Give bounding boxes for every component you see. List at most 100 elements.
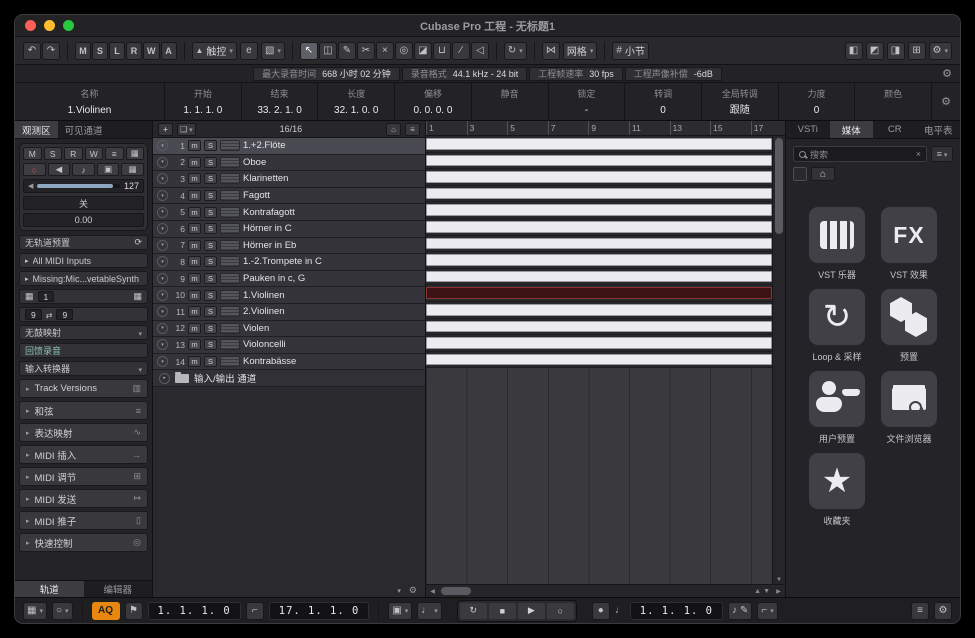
automation-letter-button[interactable]: M: [75, 42, 91, 60]
1.-2.Trompete in C-track-row[interactable]: 8 m S 1.-2.Trompete in C: [153, 254, 425, 271]
media-tile[interactable]: 用户预置: [804, 371, 870, 445]
locator-icon-button[interactable]: [246, 602, 264, 620]
track-solo-mini-button[interactable]: S: [204, 290, 217, 301]
track-mute-mini-button[interactable]: m: [188, 256, 201, 267]
2.Violinen-track-row[interactable]: 11 m S 2.Violinen: [153, 304, 425, 321]
close-window-button[interactable]: [25, 20, 36, 31]
autoscroll-button[interactable]: [504, 42, 527, 60]
secondary-time-display[interactable]: 1. 1. 1. 0: [630, 602, 723, 620]
midi-part[interactable]: [426, 221, 772, 233]
snap-toggle-button[interactable]: [542, 42, 560, 60]
pan-display[interactable]: 0.00: [23, 213, 144, 227]
reload-preset-icon[interactable]: [134, 237, 142, 248]
input-routing-row[interactable]: All MIDI Inputs: [19, 253, 148, 268]
scrub-tool-button[interactable]: [471, 42, 489, 60]
midi-part[interactable]: [426, 238, 772, 250]
record-transport-button[interactable]: [547, 603, 574, 619]
info-field[interactable]: 颜色: [855, 83, 932, 120]
track-name[interactable]: Fagott: [243, 190, 270, 201]
right-zone-tab[interactable]: 媒体: [830, 121, 874, 138]
midi-part[interactable]: [426, 354, 772, 366]
transport-config-button[interactable]: [23, 602, 47, 620]
track-lane[interactable]: [426, 153, 772, 170]
Kontrafagott-track-row[interactable]: 5 m S Kontrafagott: [153, 204, 425, 221]
primary-time-display[interactable]: 1. 1. 1. 0: [148, 602, 241, 620]
vertical-scrollbar[interactable]: ▼: [772, 136, 785, 584]
info-field-value[interactable]: 0. 0. 0. 0: [399, 105, 467, 116]
midi-part[interactable]: [426, 171, 772, 183]
info-field-value[interactable]: 33. 2. 1. 0: [246, 105, 314, 116]
info-field[interactable]: 锁定 -: [549, 83, 626, 120]
track-solo-button[interactable]: S: [44, 147, 63, 160]
color-menu-button[interactable]: [261, 42, 285, 60]
folder-expand-icon[interactable]: [159, 373, 170, 384]
toggle-right-zone-button[interactable]: [887, 42, 905, 60]
minimize-window-button[interactable]: [44, 20, 55, 31]
tempo-track-button[interactable]: [728, 602, 752, 620]
track-mute-mini-button[interactable]: m: [188, 306, 201, 317]
info-field[interactable]: 长度 32. 1. 0. 0: [318, 83, 395, 120]
midi-icon[interactable]: [72, 163, 95, 176]
inspector-tab[interactable]: 可见通道: [58, 121, 110, 138]
track-name[interactable]: 2.Violinen: [243, 306, 285, 317]
channel-value[interactable]: 1: [38, 291, 55, 302]
gear-icon[interactable]: [409, 585, 417, 596]
track-mute-mini-button[interactable]: m: [188, 157, 201, 168]
zoom-controls[interactable]: ▲▼: [754, 588, 772, 595]
scroll-right-arrow[interactable]: ▶: [772, 588, 785, 595]
track-mute-mini-button[interactable]: m: [188, 223, 201, 234]
automation-letter-button[interactable]: W: [143, 42, 160, 60]
horizontal-scrollbar[interactable]: ◀ ▲▼ ▶: [426, 584, 785, 597]
track-mute-mini-button[interactable]: m: [188, 240, 201, 251]
track-solo-mini-button[interactable]: S: [204, 140, 217, 151]
track-name[interactable]: Klarinetten: [243, 173, 288, 184]
pointer-mode-button[interactable]: [52, 602, 73, 620]
transport-setup-button[interactable]: [934, 602, 952, 620]
track-solo-mini-button[interactable]: S: [204, 157, 217, 168]
info-field-value[interactable]: 跟随: [706, 101, 774, 116]
info-field-value[interactable]: 0: [629, 105, 697, 116]
Hörner in C-track-row[interactable]: 6 m S Hörner in C: [153, 221, 425, 238]
midi-part[interactable]: [426, 304, 772, 316]
automation-letter-button[interactable]: S: [92, 42, 108, 60]
track-solo-mini-button[interactable]: S: [204, 306, 217, 317]
midi-part[interactable]: [426, 188, 772, 200]
track-expand-icon[interactable]: [157, 157, 168, 168]
info-field[interactable]: 全局转调 跟随: [702, 83, 779, 120]
play-transport-button[interactable]: [518, 603, 545, 619]
inspector-section-header[interactable]: MIDI 推子: [19, 511, 148, 530]
redo-button[interactable]: [42, 42, 60, 60]
info-field[interactable]: 静音: [472, 83, 549, 120]
track-expand-icon[interactable]: [157, 190, 168, 201]
lanes[interactable]: [426, 136, 772, 584]
Violoncelli-track-row[interactable]: 13 m S Violoncelli: [153, 337, 425, 354]
track-filter-button[interactable]: [177, 123, 196, 136]
object-selection-tool-button[interactable]: [300, 42, 318, 60]
track-expand-icon[interactable]: [157, 356, 168, 367]
track-list-menu-button[interactable]: [405, 123, 420, 136]
Oboe-track-row[interactable]: 2 m S Oboe: [153, 155, 425, 172]
info-field-value[interactable]: 1. 1. 1. 0: [169, 105, 237, 116]
track-name[interactable]: Violen: [243, 323, 269, 334]
track-expand-icon[interactable]: [157, 306, 168, 317]
status-item[interactable]: 最大录音时间 668 小时 02 分钟: [253, 67, 400, 81]
status-item[interactable]: 录音格式 44.1 kHz - 24 bit: [402, 67, 528, 81]
midi-part[interactable]: [426, 155, 772, 167]
io-folder-row[interactable]: 输入/输出 通道: [153, 370, 425, 387]
track-expand-icon[interactable]: [157, 207, 168, 218]
track-menu-icon[interactable]: [105, 147, 124, 160]
track-name[interactable]: Oboe: [243, 157, 266, 168]
locator-time-display[interactable]: 17. 1. 1. 0: [269, 602, 370, 620]
track-mute-mini-button[interactable]: m: [188, 173, 201, 184]
toggle-lower-zone-button[interactable]: [866, 42, 884, 60]
zoom-window-button[interactable]: [63, 20, 74, 31]
track-lane[interactable]: [426, 186, 772, 203]
track-list-empty-area[interactable]: [153, 387, 425, 583]
media-tile[interactable]: 收藏夹: [804, 453, 870, 527]
results-view-button[interactable]: [931, 146, 953, 162]
track-lane[interactable]: [426, 319, 772, 336]
erase-tool-button[interactable]: [414, 42, 432, 60]
track-name[interactable]: 1.Violinen: [243, 290, 285, 301]
Klarinetten-track-row[interactable]: 3 m S Klarinetten: [153, 171, 425, 188]
status-bar-setup-icon[interactable]: [942, 67, 952, 80]
